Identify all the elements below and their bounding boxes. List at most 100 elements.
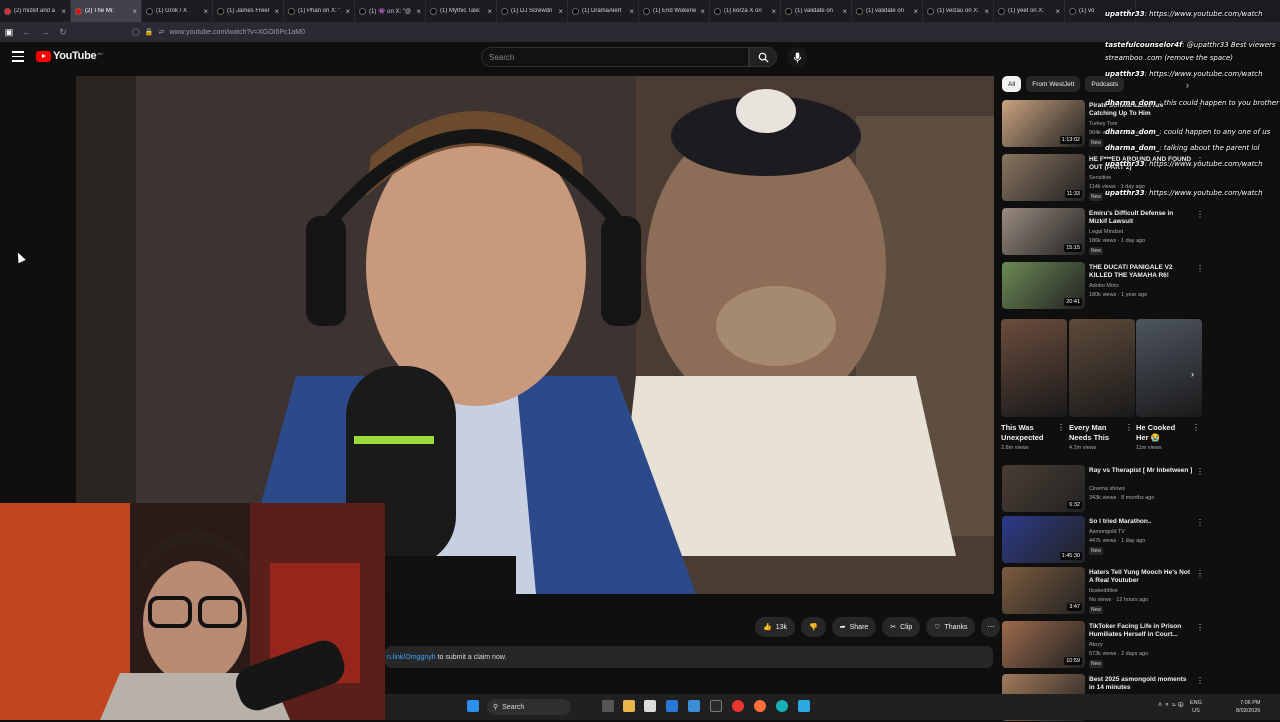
thanks-button[interactable]: ♡ Thanks: [926, 617, 976, 637]
browser-tab[interactable]: (1) validate on ×: [781, 0, 852, 22]
browser-tab[interactable]: (1) yeet on X: ×: [994, 0, 1065, 22]
tab-close-icon[interactable]: ×: [61, 7, 66, 16]
video-title[interactable]: Ray vs Therapist [ Mr Inbetween ]: [1089, 467, 1193, 475]
more-icon[interactable]: ⋮: [1196, 264, 1204, 273]
reload-icon[interactable]: ↻: [54, 27, 72, 38]
tab-close-icon[interactable]: ×: [700, 7, 705, 16]
video-thumbnail[interactable]: 15:15: [1002, 208, 1085, 255]
video-title[interactable]: Haters Tell Yung Mooch He's Not A Real Y…: [1089, 569, 1193, 585]
tab-close-icon[interactable]: ×: [274, 7, 279, 16]
browser-tab[interactable]: (1) James Freer ×: [213, 0, 284, 22]
browser-tab[interactable]: (1) validate on ×: [852, 0, 923, 22]
browser-tab[interactable]: (1) Grok / X ×: [142, 0, 213, 22]
browser-tab[interactable]: (2) mizkif and a ×: [0, 0, 71, 22]
photos-icon[interactable]: [688, 700, 700, 712]
video-thumbnail[interactable]: 1:13:02: [1002, 100, 1085, 147]
browser-tab[interactable]: (1) End Wokene ×: [639, 0, 710, 22]
video-thumbnail[interactable]: 20:41: [1002, 262, 1085, 309]
more-icon[interactable]: ⋮: [1196, 467, 1204, 476]
video-title[interactable]: So I tried Marathon..: [1089, 518, 1193, 526]
recommended-video[interactable]: 10:59 TikToker Facing Life in Prison Humi…: [1002, 621, 1204, 669]
short-thumbnail[interactable]: [1069, 319, 1135, 417]
browser-tab[interactable]: (1) Phan on X: " ×: [284, 0, 355, 22]
app-icon[interactable]: [798, 700, 810, 712]
like-button[interactable]: 👍 13k: [755, 617, 796, 637]
tab-close-icon[interactable]: ×: [771, 7, 776, 16]
video-thumbnail[interactable]: 11:33: [1002, 154, 1085, 201]
chip-from-westjett[interactable]: From WestJett: [1026, 76, 1081, 92]
video-thumbnail[interactable]: 3:47: [1002, 567, 1085, 614]
channel-name[interactable]: Asmongold TV: [1089, 529, 1125, 535]
tab-close-icon[interactable]: ×: [984, 7, 989, 16]
browser-tab[interactable]: (1) DramaAlert ×: [568, 0, 639, 22]
tab-close-icon[interactable]: ×: [203, 7, 208, 16]
search-input[interactable]: Search: [481, 47, 749, 67]
tab-close-icon[interactable]: ×: [558, 7, 563, 16]
tab-close-icon[interactable]: ×: [629, 7, 634, 16]
channel-name[interactable]: Itsskeddlive: [1089, 588, 1118, 594]
menu-icon[interactable]: [12, 51, 24, 62]
short-title[interactable]: Every Man Needs This: [1069, 423, 1119, 443]
more-icon[interactable]: ⋮: [1196, 623, 1204, 632]
search-button[interactable]: [749, 47, 777, 67]
tab-close-icon[interactable]: ×: [416, 7, 421, 16]
chrome-icon[interactable]: [732, 700, 744, 712]
more-icon[interactable]: ⋮: [1057, 423, 1065, 432]
recommended-video[interactable]: 3:47 Haters Tell Yung Mooch He's Not A Re…: [1002, 567, 1204, 615]
tab-close-icon[interactable]: ×: [345, 7, 350, 16]
chip-all[interactable]: All: [1002, 76, 1022, 92]
browser-tab[interactable]: (1) DJ Screwdri ×: [497, 0, 568, 22]
file-explorer-icon[interactable]: [623, 700, 635, 712]
browser-tab[interactable]: (1) veizau on X: ×: [923, 0, 994, 22]
channel-name[interactable]: Cinema shows: [1089, 486, 1125, 492]
recommended-video[interactable]: 20:41 THE DUCATI PANIGALE V2 KILLED THE Y…: [1002, 262, 1204, 310]
firefox-icon[interactable]: [754, 700, 766, 712]
widgets-icon[interactable]: [644, 700, 656, 712]
more-icon[interactable]: ⋮: [1196, 569, 1204, 578]
sidebar-toggle-icon[interactable]: ▣: [0, 27, 18, 38]
tab-close-icon[interactable]: ×: [842, 7, 847, 16]
edge-icon[interactable]: [776, 700, 788, 712]
back-icon[interactable]: ←: [18, 27, 36, 37]
share-button[interactable]: ➦ Share: [831, 617, 877, 637]
browser-tab[interactable]: (2) The Mi: ×: [71, 0, 142, 22]
tab-close-icon[interactable]: ×: [132, 7, 137, 16]
short-thumbnail[interactable]: [1136, 319, 1202, 417]
more-icon[interactable]: ⋮: [1196, 676, 1204, 685]
video-title[interactable]: TikToker Facing Life in Prison Humiliate…: [1089, 623, 1193, 639]
browser-tab[interactable]: (1) korza X on ×: [710, 0, 781, 22]
recommended-video[interactable]: 1:45:30 So I tried Marathon.. Asmongold TV…: [1002, 516, 1204, 564]
channel-name[interactable]: Atozy: [1089, 642, 1103, 648]
recommended-video[interactable]: 6:32 Ray vs Therapist [ Mr Inbetween ] Cin…: [1002, 465, 1204, 513]
channel-name[interactable]: Legal Mindset: [1089, 229, 1123, 235]
clip-button[interactable]: ✂ Clip: [882, 617, 921, 637]
shorts-next-icon[interactable]: ›: [1191, 369, 1201, 379]
video-thumbnail[interactable]: 6:32: [1002, 465, 1085, 512]
language-indicator[interactable]: ENG US: [1190, 699, 1202, 715]
taskbar-search[interactable]: ⚲ Search: [487, 699, 571, 715]
more-icon[interactable]: ⋮: [1125, 423, 1133, 432]
video-thumbnail[interactable]: 10:59: [1002, 621, 1085, 668]
tab-close-icon[interactable]: ×: [913, 7, 918, 16]
recommended-video[interactable]: 15:15 Emiru's Difficult Defense in Mizkif…: [1002, 208, 1204, 256]
ms-store-icon[interactable]: [666, 700, 678, 712]
short-title[interactable]: He Cooked Her 😭: [1136, 423, 1186, 443]
url-field[interactable]: ◯ 🔒 ⇄ www.youtube.com/watch?v=XGOI5Pc1aM…: [132, 25, 1092, 39]
short-title[interactable]: This Was Unexpected: [1001, 423, 1051, 443]
more-actions-button[interactable]: ⋯: [981, 617, 1001, 637]
tab-close-icon[interactable]: ×: [1055, 7, 1060, 16]
forward-icon[interactable]: →: [36, 27, 54, 37]
channel-name[interactable]: Adobo Moto: [1089, 283, 1119, 289]
more-icon[interactable]: ⋮: [1196, 518, 1204, 527]
windows-start-icon[interactable]: [467, 700, 479, 712]
video-thumbnail[interactable]: 1:45:30: [1002, 516, 1085, 563]
voice-search-button[interactable]: [787, 47, 807, 67]
tab-close-icon[interactable]: ×: [487, 7, 492, 16]
video-title[interactable]: Best 2025 asmongold moments in 14 minute…: [1089, 676, 1193, 692]
dislike-button[interactable]: 👎: [801, 617, 826, 637]
video-description[interactable]: n.link/Omggnyh to submit a claim now.: [385, 646, 993, 668]
terminal-icon[interactable]: [710, 700, 722, 712]
browser-tab[interactable]: (1) 👾 on X: "@ ×: [355, 0, 426, 22]
description-link[interactable]: n.link/Omggnyh: [387, 654, 436, 661]
task-view-icon[interactable]: [602, 700, 614, 712]
